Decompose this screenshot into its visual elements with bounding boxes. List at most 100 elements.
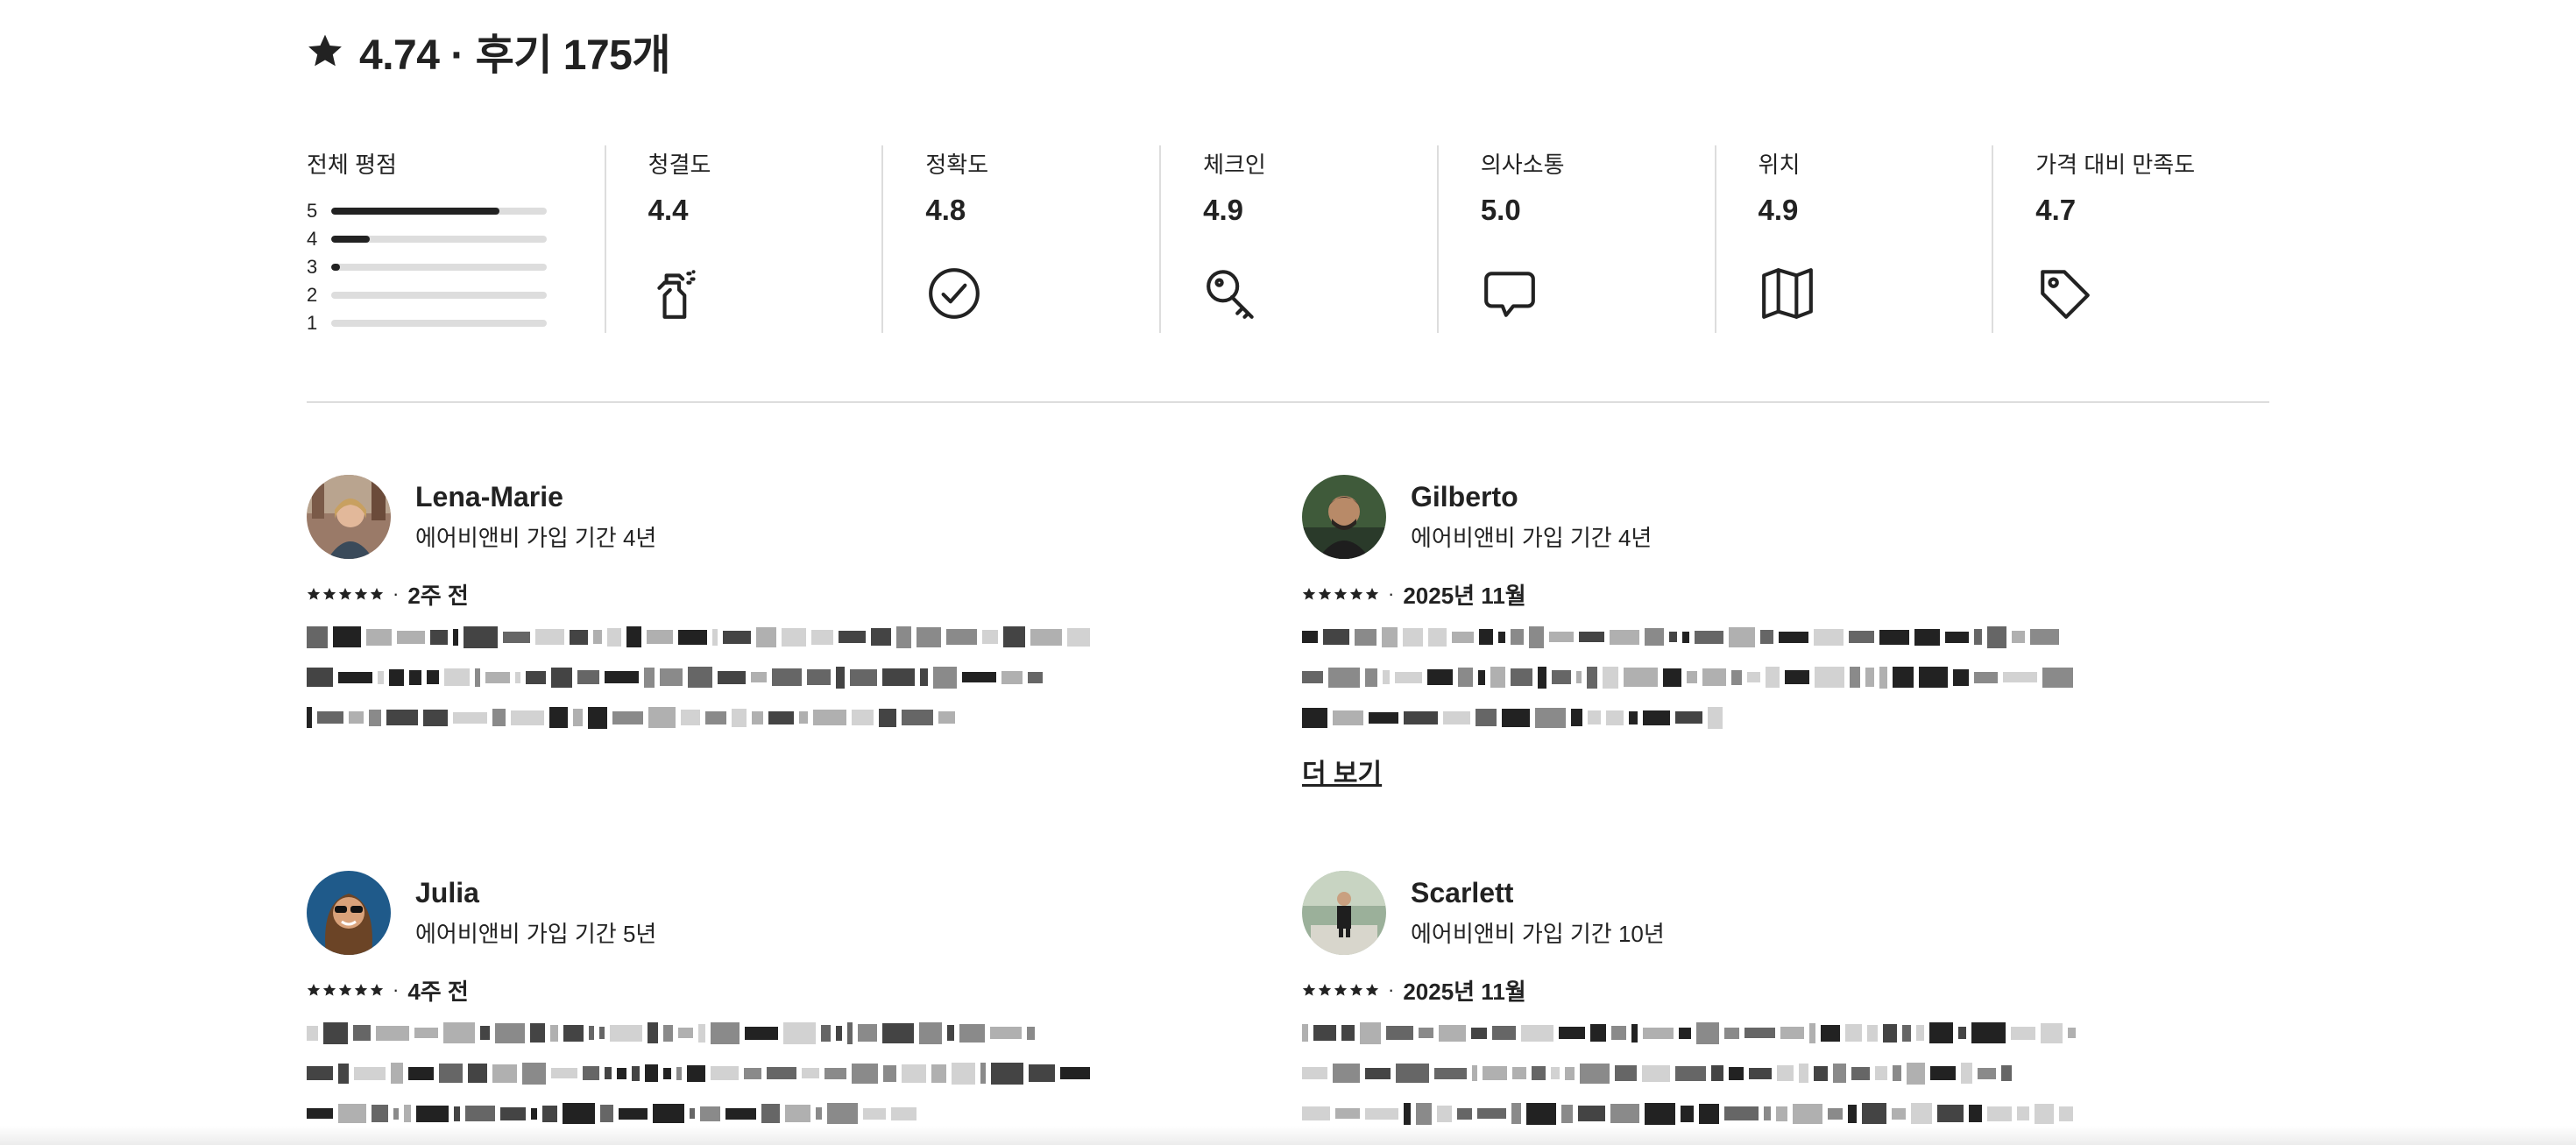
redacted-block	[980, 1063, 987, 1084]
redacted-block	[577, 670, 599, 684]
redacted-block	[1724, 1106, 1759, 1120]
reviewer-name: Scarlett	[1411, 877, 1514, 908]
redacted-text-line	[307, 1060, 1095, 1086]
review-text-redacted	[1302, 624, 2091, 731]
rating-distribution: 5 4 3 2 1	[307, 197, 605, 337]
redacted-block	[592, 630, 602, 644]
redacted-block	[1845, 1024, 1862, 1042]
redacted-block	[1479, 629, 1493, 645]
redacted-block	[1663, 668, 1681, 687]
redacted-block	[1511, 1103, 1521, 1124]
redacted-block	[1483, 1066, 1507, 1080]
distribution-row: 1	[307, 309, 605, 337]
redacted-block	[1911, 1103, 1932, 1124]
redacted-block	[1699, 1103, 1719, 1124]
redacted-block	[981, 630, 998, 644]
redacted-block	[1978, 1067, 1996, 1079]
redacted-block	[1419, 1028, 1433, 1038]
redacted-block	[1776, 1106, 1787, 1121]
avatar[interactable]	[1302, 475, 1386, 559]
redacted-block	[1396, 1064, 1429, 1083]
redacted-block	[931, 1064, 947, 1083]
overall-rating-label: 전체 평점	[307, 152, 397, 178]
redacted-block	[307, 668, 333, 687]
star-icon	[322, 984, 336, 996]
redacted-block	[1302, 1024, 1308, 1042]
redacted-block	[463, 626, 498, 648]
redacted-block	[1961, 1063, 1972, 1084]
redacted-block	[1383, 670, 1390, 684]
redacted-block	[1914, 628, 1940, 646]
redacted-block	[1849, 631, 1874, 643]
redacted-block	[1883, 1023, 1897, 1043]
redacted-block	[1724, 1027, 1739, 1039]
star-icon	[308, 34, 342, 67]
price-tag-icon	[2041, 270, 2091, 319]
redacted-block	[660, 668, 683, 686]
reviewer-membership: 에어비앤비 가입 기간 10년	[1411, 921, 1665, 947]
distribution-row: 5	[307, 197, 605, 225]
category-score: 4.7	[2035, 194, 2077, 226]
redacted-block	[563, 1024, 584, 1042]
star-icon	[354, 588, 368, 600]
redacted-block	[492, 1064, 518, 1083]
redacted-block	[1645, 628, 1664, 646]
redacted-block	[1579, 632, 1604, 642]
review-text-redacted	[307, 1020, 1095, 1127]
redacted-block	[1603, 666, 1618, 689]
redacted-block	[407, 1066, 434, 1080]
review-card: Lena-Marie 에어비앤비 가입 기간 4년 · 2주 전	[307, 475, 1095, 745]
redacted-block	[1559, 1027, 1585, 1039]
redacted-block	[882, 668, 915, 686]
redacted-block	[454, 1106, 460, 1121]
redacted-block	[962, 672, 996, 682]
redacted-block	[1028, 671, 1043, 683]
review-date: 2025년 11월	[1403, 582, 1526, 609]
redacted-block	[444, 668, 470, 686]
redacted-block	[1675, 1065, 1706, 1081]
distribution-star-label: 5	[307, 200, 318, 222]
review-text-redacted	[307, 624, 1095, 731]
avatar[interactable]	[307, 871, 391, 955]
redacted-block	[772, 668, 802, 686]
star-icon	[1302, 984, 1316, 996]
redacted-block	[1987, 626, 2006, 648]
redacted-block	[766, 1067, 796, 1079]
redacted-block	[947, 1025, 954, 1041]
redacted-block	[1477, 1108, 1506, 1119]
redacted-block	[1452, 631, 1474, 643]
reviewer-membership: 에어비앤비 가입 기간 5년	[415, 921, 657, 947]
show-more-link[interactable]: 더 보기	[1302, 752, 1382, 790]
reviewer-info: Scarlett 에어비앤비 가입 기간 10년	[1302, 871, 2091, 955]
redacted-text-line	[1302, 1060, 2091, 1086]
redacted-block	[916, 626, 942, 647]
redacted-block	[1552, 670, 1571, 684]
redacted-block	[349, 711, 364, 724]
redacted-block	[589, 1026, 594, 1040]
category-score: 4.4	[648, 194, 689, 226]
redacted-block	[515, 671, 520, 683]
redacted-block	[920, 668, 928, 686]
redacted-block	[782, 627, 807, 647]
redacted-block	[1365, 1067, 1391, 1079]
star-icon	[307, 588, 321, 600]
distribution-bar-fill	[331, 264, 340, 271]
redacted-block	[1302, 631, 1318, 643]
redacted-block	[535, 629, 564, 645]
redacted-block	[722, 630, 751, 644]
redacted-block	[870, 628, 891, 646]
redacted-block	[847, 1021, 853, 1044]
redacted-block	[605, 1067, 612, 1079]
avatar[interactable]	[307, 475, 391, 559]
star-icon	[1318, 984, 1332, 996]
redacted-block	[338, 671, 372, 683]
redacted-block	[2011, 1026, 2035, 1040]
redacted-block	[698, 1023, 705, 1043]
redacted-block	[2003, 672, 2037, 682]
category-communication: 의사소통 5.0	[1436, 145, 1715, 333]
redacted-block	[938, 711, 955, 724]
avatar[interactable]	[1302, 871, 1386, 955]
redacted-block	[1428, 627, 1447, 647]
distribution-row: 3	[307, 253, 605, 281]
redacted-block	[1443, 710, 1470, 724]
